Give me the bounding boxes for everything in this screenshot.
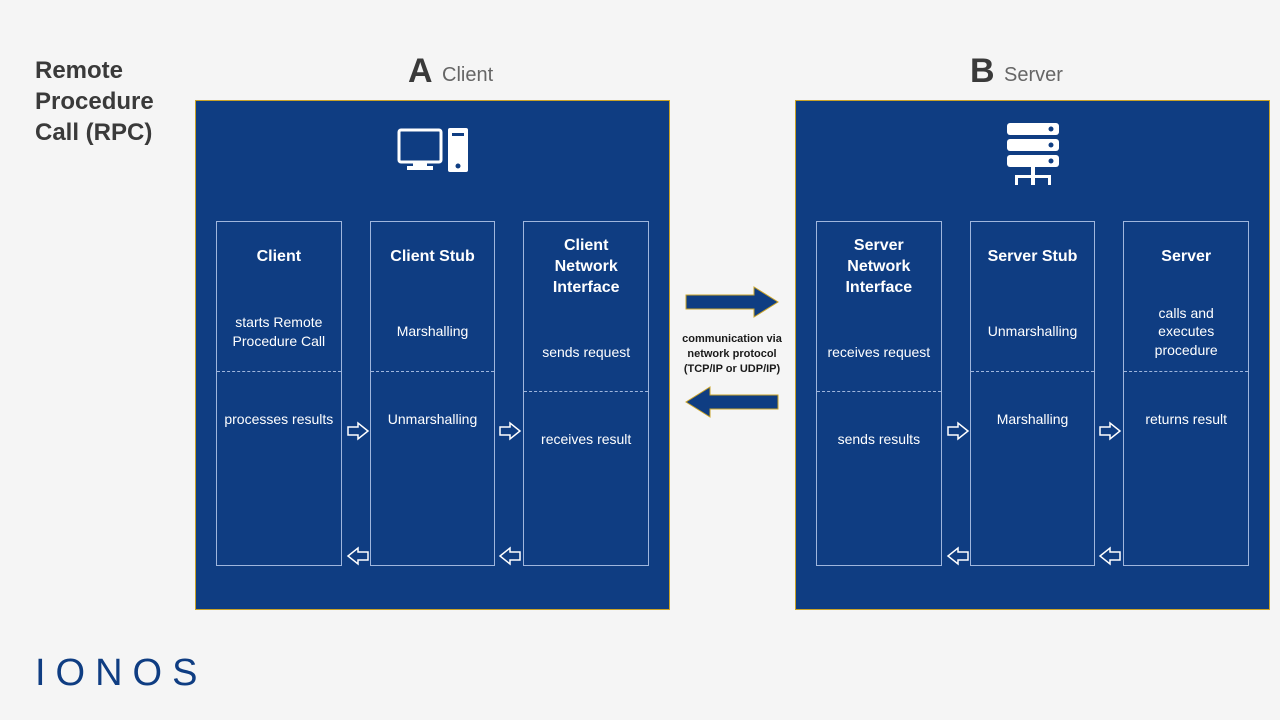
col-mid: Marshalling [371, 292, 495, 372]
col-head: Client Stub [371, 222, 495, 292]
col-bot: processes results [217, 372, 341, 565]
client-col-3: Client Network Interface sends request r… [523, 221, 649, 566]
col-bot: returns result [1124, 372, 1248, 565]
col-bot: receives result [524, 392, 648, 565]
col-head: Server [1124, 222, 1248, 292]
page-title: RemoteProcedureCall (RPC) [35, 55, 154, 149]
col-bot: Unmarshalling [371, 372, 495, 565]
col-mid: starts Remote Procedure Call [217, 292, 341, 372]
col-bot: sends results [817, 392, 941, 565]
col-mid: Unmarshalling [971, 292, 1095, 372]
col-head: Client Network Interface [524, 222, 648, 312]
arrow-right-icon [946, 421, 970, 441]
arrow-left-icon [498, 546, 522, 566]
client-col-1: Client starts Remote Procedure Call proc… [216, 221, 342, 566]
col-head: Server Network Interface [817, 222, 941, 312]
server-col-2: Server Stub Unmarshalling Marshalling [970, 221, 1096, 566]
client-computer-icon [196, 119, 669, 189]
col-head: Server Stub [971, 222, 1095, 292]
arrow-right-icon [346, 421, 370, 441]
arrow-right-icon [1098, 421, 1122, 441]
communication-area: communication vianetwork protocol (TCP/I… [672, 285, 792, 424]
arrow-left-icon [346, 546, 370, 566]
server-panel: Server Network Interface receives reques… [795, 100, 1270, 610]
label-server: Server [1004, 64, 1063, 87]
letter-a: A [408, 52, 433, 91]
server-col-3: Server calls and executes procedure retu… [1123, 221, 1249, 566]
server-rack-icon [796, 119, 1269, 189]
client-panel: Client starts Remote Procedure Call proc… [195, 100, 670, 610]
col-mid: sends request [524, 312, 648, 392]
arrow-left-icon [946, 546, 970, 566]
col-bot: Marshalling [971, 372, 1095, 565]
col-head: Client [217, 222, 341, 292]
ionos-logo: IONOS [35, 652, 207, 695]
big-arrow-left-icon [682, 385, 782, 419]
col-mid: receives request [817, 312, 941, 392]
server-col-1: Server Network Interface receives reques… [816, 221, 942, 566]
col-mid: calls and executes procedure [1124, 292, 1248, 372]
client-col-2: Client Stub Marshalling Unmarshalling [370, 221, 496, 566]
letter-b: B [970, 52, 995, 91]
label-client: Client [442, 64, 493, 87]
big-arrow-right-icon [682, 285, 782, 319]
arrow-right-icon [498, 421, 522, 441]
arrow-left-icon [1098, 546, 1122, 566]
communication-text: communication vianetwork protocol (TCP/I… [674, 332, 790, 377]
